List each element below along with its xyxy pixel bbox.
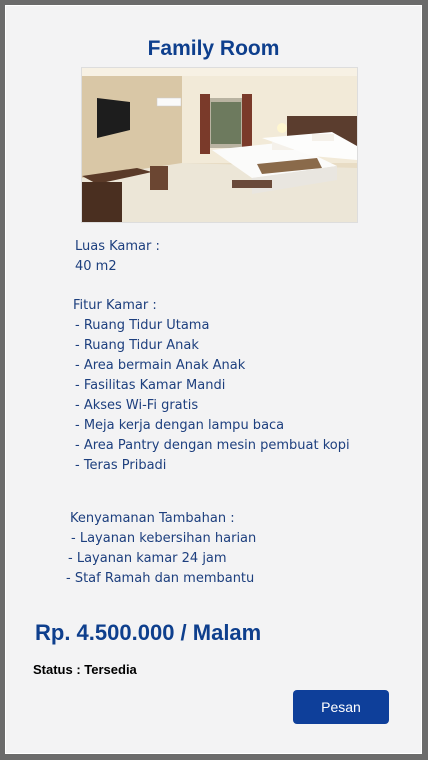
room-status: Status : Tersedia xyxy=(33,662,137,677)
room-card: Family Room Luas Kamar: 40 m2 Fitur Kam… xyxy=(5,5,422,754)
feature-item: - Fasilitas Kamar Mandi xyxy=(75,378,226,393)
extra-item: - Layanan kebersihan harian xyxy=(71,531,257,546)
room-size-label: Luas Kamar : xyxy=(75,239,160,254)
feature-item: - Area bermain Anak Anak xyxy=(75,358,246,373)
feature-item: - Ruang Tidur Anak xyxy=(75,338,199,353)
extras-label: Kenyamanan Tambahan : xyxy=(70,511,235,526)
extra-item: - Layanan kamar 24 jam xyxy=(68,551,227,566)
extra-item: - Staf Ramah dan membantu xyxy=(66,571,255,586)
feature-item: - Akses Wi-Fi gratis xyxy=(75,398,199,413)
book-button[interactable]: Pesan xyxy=(293,690,389,724)
room-size-value: 40 m2 xyxy=(75,259,117,274)
room-price: Rp. 4.500.000 / Malam xyxy=(35,620,262,645)
features-label: Fitur Kamar : xyxy=(73,298,157,313)
room-title: Family Room xyxy=(147,37,280,60)
feature-item: - Teras Pribadi xyxy=(75,458,167,473)
room-photo-image xyxy=(82,68,357,222)
feature-item: - Ruang Tidur Utama xyxy=(75,318,210,333)
feature-item: - Meja kerja dengan lampu baca xyxy=(75,418,285,433)
room-photo xyxy=(81,67,358,223)
feature-item: - Area Pantry dengan mesin pembuat kopi xyxy=(75,438,350,453)
